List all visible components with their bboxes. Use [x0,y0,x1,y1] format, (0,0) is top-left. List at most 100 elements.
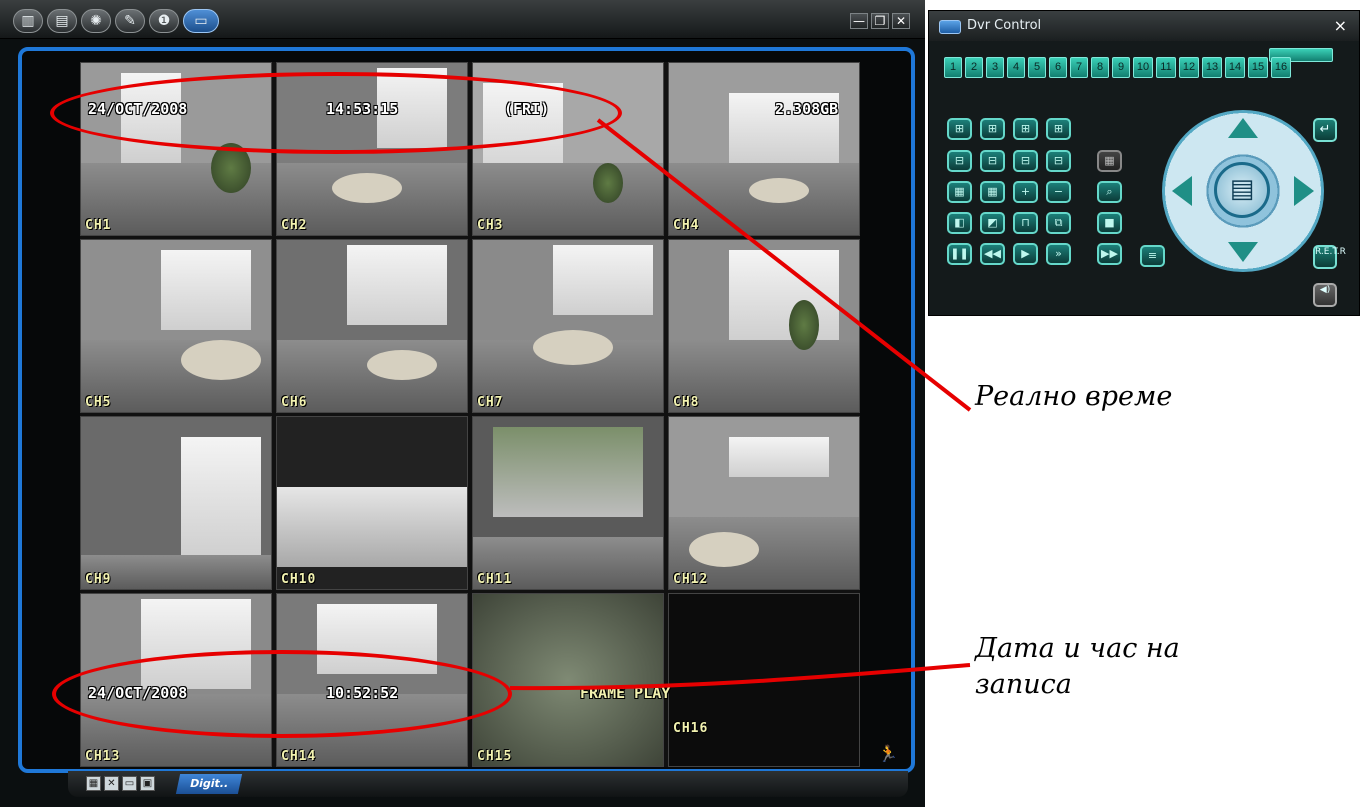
channel-label: CH4 [673,218,700,233]
camera-cell[interactable]: CH6 [276,239,468,413]
lock-icon[interactable]: ⊓ [1013,212,1038,234]
zoom-in-icon[interactable]: + [1013,181,1038,203]
channel-label: CH5 [85,395,112,410]
channel-button-3[interactable]: 3 [986,57,1004,78]
channel-button-6[interactable]: 6 [1049,57,1067,78]
pause-icon[interactable]: ❚❚ [947,243,972,265]
info-icon[interactable]: ❶ [149,9,179,33]
dvr-app-icon [939,20,961,34]
slow-icon[interactable]: » [1046,243,1071,265]
tile-icon[interactable]: ▦ [86,776,101,791]
channel-label: CH15 [477,749,513,764]
channel-label: CH7 [477,395,504,410]
retr-button[interactable]: R.E.T.R [1313,245,1346,269]
fullscreen-icon[interactable]: ▣ [140,776,155,791]
snapshot-icon[interactable]: ⧉ [1046,212,1071,234]
dvr-close-button[interactable]: × [1334,11,1347,41]
camera-cell[interactable]: CH9 [80,416,272,590]
close-channel-icon[interactable]: ✕ [104,776,119,791]
channel-button-2[interactable]: 2 [965,57,983,78]
rewind-icon[interactable]: ◀◀ [980,243,1005,265]
camera-cell[interactable]: CH11 [472,416,664,590]
sequence-icon[interactable]: ◩ [980,212,1005,234]
nine-grid-icon[interactable]: ▦ [947,181,972,203]
channel-button-16[interactable]: 16 [1271,57,1291,78]
channel-button-15[interactable]: 15 [1248,57,1268,78]
stop-icon[interactable]: ■ [1097,212,1122,234]
channel-button-14[interactable]: 14 [1225,57,1245,78]
layout-icon[interactable]: ▥ [13,9,43,33]
channel-button-12[interactable]: 12 [1179,57,1199,78]
split-layout-icon[interactable]: ⊟ [1046,150,1071,172]
network-icon[interactable]: ✺ [81,9,111,33]
channel-button-8[interactable]: 8 [1091,57,1109,78]
up-arrow-icon[interactable] [1228,118,1258,138]
quad-layout-icon[interactable]: ⊞ [1013,118,1038,140]
quad-layout-icon[interactable]: ⊞ [947,118,972,140]
tools-icon[interactable]: ✎ [115,9,145,33]
channel-label: CH6 [281,395,308,410]
channel-button-9[interactable]: 9 [1112,57,1130,78]
menu-center-button[interactable]: ▤ [1214,162,1270,218]
audio-button[interactable]: ◀) [1313,283,1337,307]
annotation-record-time-line1: Дата и час на [975,633,1180,664]
playback-mode-osd: FRAME PLAY [580,684,671,702]
channel-button-13[interactable]: 13 [1202,57,1222,78]
channel-label: CH2 [281,218,308,233]
pip-icon[interactable]: ◧ [947,212,972,234]
document-icon[interactable]: ▤ [47,9,77,33]
minimize-button[interactable]: — [850,13,868,29]
camera-cell[interactable]: CH7 [472,239,664,413]
camera-cell[interactable]: CH8 [668,239,860,413]
camera-cell[interactable]: CH10 [276,416,468,590]
channel-button-5[interactable]: 5 [1028,57,1046,78]
channel-button-4[interactable]: 4 [1007,57,1025,78]
window-icon[interactable]: ▭ [122,776,137,791]
right-arrow-icon[interactable] [1294,176,1314,206]
storage-osd: 2.308GB [775,100,839,118]
channel-label: CH11 [477,572,513,587]
quad-layout-icon[interactable]: ⊞ [980,118,1005,140]
channel-label: CH1 [85,218,112,233]
left-arrow-icon[interactable] [1172,176,1192,206]
viewer-toolbar: ▥ ▤ ✺ ✎ ❶ ▭ — ❐ ✕ [0,0,925,39]
channel-label: CH9 [85,572,112,587]
channel-label: CH10 [281,572,317,587]
dvr-control-icon[interactable]: ▭ [183,9,219,33]
dvr-title-bar: Dvr Control × [929,11,1359,41]
restore-button[interactable]: ❐ [871,13,889,29]
channel-button-7[interactable]: 7 [1070,57,1088,78]
annotation-real-time: Реално време [975,381,1173,412]
channel-label: CH12 [673,572,709,587]
annotation-record-time-line2: записа [975,669,1072,700]
close-button[interactable]: ✕ [892,13,910,29]
split-layout-icon[interactable]: ⊟ [1013,150,1038,172]
record-time-highlight [52,650,512,738]
split-layout-icon[interactable]: ⊟ [947,150,972,172]
channel-label: CH3 [477,218,504,233]
digit-tab[interactable]: Digit.. [175,774,243,794]
zoom-out-icon[interactable]: − [1046,181,1071,203]
motion-icon: 🏃 [878,744,898,763]
play-icon[interactable]: ▶ [1013,243,1038,265]
camera-cell[interactable]: CH12 [668,416,860,590]
camera-cell[interactable]: CH4 [668,62,860,236]
camera-cell[interactable]: CH16 [668,593,860,767]
enter-button[interactable]: ↵ [1313,118,1337,142]
menu-icon[interactable]: ≡ [1140,245,1165,267]
channel-label: CH13 [85,749,121,764]
sixteen-grid-icon[interactable]: ▦ [980,181,1005,203]
disabled-icon: ▦ [1097,150,1122,172]
channel-button-10[interactable]: 10 [1133,57,1153,78]
split-layout-icon[interactable]: ⊟ [980,150,1005,172]
live-time-highlight [50,72,622,154]
search-icon[interactable]: ⌕ [1097,181,1122,203]
down-arrow-icon[interactable] [1228,242,1258,262]
channel-button-11[interactable]: 11 [1156,57,1176,78]
quad-layout-icon[interactable]: ⊞ [1046,118,1071,140]
viewer-bottom-bar: ▦ ✕ ▭ ▣ Digit.. [68,771,908,797]
dvr-title: Dvr Control [967,18,1042,33]
fast-forward-icon[interactable]: ▶▶ [1097,243,1122,265]
channel-button-1[interactable]: 1 [944,57,962,78]
camera-cell[interactable]: CH5 [80,239,272,413]
